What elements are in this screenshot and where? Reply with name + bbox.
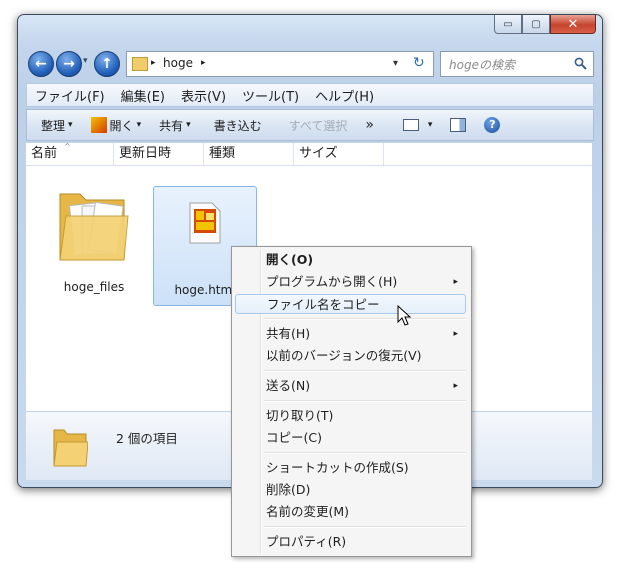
chevron-down-icon: ▾: [427, 120, 433, 130]
navigation-bar: ← → ▾ ↑ ▸ hoge ▸ ▾ ↻ hogeの検索: [26, 49, 594, 81]
organize-button[interactable]: 整理 ▾: [27, 117, 82, 134]
refresh-button[interactable]: ↻: [413, 55, 425, 71]
search-icon[interactable]: [574, 57, 587, 70]
open-label: 開く: [109, 118, 134, 133]
file-name: hoge_files: [63, 280, 125, 294]
column-type[interactable]: 種類: [204, 143, 294, 165]
chevron-down-icon: ▾: [136, 120, 142, 130]
menu-edit[interactable]: 編集(E): [113, 86, 173, 105]
ctx-delete[interactable]: 削除(D): [235, 480, 466, 500]
chevron-down-icon: ▾: [68, 120, 73, 130]
menu-separator: [264, 400, 466, 402]
ctx-create-shortcut[interactable]: ショートカットの作成(S): [235, 458, 466, 478]
submenu-arrow-icon: ▸: [453, 329, 458, 339]
open-button[interactable]: 開く ▾: [82, 117, 151, 134]
context-menu: 開く(O) プログラムから開く(H) ▸ ファイル名をコピー 共有(H) ▸ 以…: [231, 246, 472, 557]
views-button[interactable]: ▾: [383, 119, 442, 131]
file-item-hoge-files[interactable]: hoge_files: [43, 184, 145, 302]
preview-pane-button[interactable]: [441, 118, 475, 132]
minimize-button[interactable]: ▭: [494, 15, 522, 34]
share-button[interactable]: 共有 ▾: [150, 117, 200, 134]
ctx-send-to[interactable]: 送る(N) ▸: [235, 376, 466, 396]
select-all-button[interactable]: すべて選択: [271, 117, 357, 134]
close-button[interactable]: ✕: [550, 15, 596, 34]
column-headers: 名前 ^ 更新日時 種類 サイズ: [26, 142, 592, 166]
menu-file[interactable]: ファイル(F): [27, 86, 113, 105]
help-icon: ?: [484, 117, 501, 133]
menu-view[interactable]: 表示(V): [173, 86, 234, 105]
ctx-cut[interactable]: 切り取り(T): [235, 406, 466, 426]
sort-ascending-icon: ^: [64, 142, 71, 151]
arrow-left-icon: ←: [35, 56, 47, 72]
search-box[interactable]: hogeの検索: [440, 51, 594, 77]
share-label: 共有: [159, 118, 184, 133]
help-button[interactable]: ?: [475, 117, 509, 133]
menu-tools[interactable]: ツール(T): [234, 86, 307, 105]
column-name-label: 名前: [31, 146, 58, 161]
html-app-icon: [90, 117, 107, 133]
arrow-right-icon: →: [63, 56, 75, 72]
search-placeholder: hogeの検索: [449, 58, 515, 72]
breadcrumb-hoge[interactable]: hoge: [163, 56, 193, 70]
ctx-properties[interactable]: プロパティ(R): [235, 532, 466, 552]
burn-button[interactable]: 書き込む: [200, 117, 271, 134]
column-date[interactable]: 更新日時: [114, 143, 204, 165]
ctx-restore-previous[interactable]: 以前のバージョンの復元(V): [235, 346, 466, 366]
forward-button[interactable]: →: [56, 51, 82, 77]
ctx-copy-filename[interactable]: ファイル名をコピー: [235, 294, 466, 314]
organize-label: 整理: [41, 118, 66, 133]
breadcrumb-separator[interactable]: ▸: [151, 58, 156, 68]
address-bar[interactable]: ▸ hoge ▸ ▾ ↻: [126, 51, 434, 77]
folder-icon: [53, 429, 88, 467]
column-size[interactable]: サイズ: [294, 143, 384, 165]
submenu-arrow-icon: ▸: [453, 381, 458, 391]
folder-icon: [59, 193, 129, 261]
up-button[interactable]: ↑: [94, 51, 120, 77]
ctx-share[interactable]: 共有(H) ▸: [235, 324, 466, 344]
item-count: 2 個の項目: [116, 431, 178, 446]
address-dropdown-button[interactable]: ▾: [393, 58, 398, 69]
ctx-rename[interactable]: 名前の変更(M): [235, 502, 466, 522]
ctx-open[interactable]: 開く(O): [235, 250, 466, 270]
breadcrumb-separator[interactable]: ▸: [201, 58, 206, 68]
ctx-copy[interactable]: コピー(C): [235, 428, 466, 448]
submenu-arrow-icon: ▸: [453, 277, 458, 287]
ctx-share-label: 共有(H): [266, 326, 311, 341]
menu-separator: [264, 318, 466, 320]
recent-pages-dropdown[interactable]: ▾: [83, 56, 88, 66]
ctx-send-to-label: 送る(N): [266, 378, 311, 393]
command-bar: 整理 ▾ 開く ▾ 共有 ▾ 書き込む すべて選択 » ▾ ?: [26, 109, 594, 141]
menu-separator: [264, 370, 466, 372]
chevron-down-icon: ▾: [186, 120, 191, 130]
mouse-cursor-icon: [397, 305, 412, 326]
menu-separator: [264, 526, 466, 528]
ctx-open-with[interactable]: プログラムから開く(H) ▸: [235, 272, 466, 292]
views-icon: [402, 119, 419, 131]
menu-bar: ファイル(F) 編集(E) 表示(V) ツール(T) ヘルプ(H): [26, 83, 594, 107]
more-commands-button[interactable]: »: [356, 117, 383, 133]
refresh-icon: ↻: [413, 55, 425, 71]
html-file-icon: [189, 202, 221, 244]
maximize-button[interactable]: ▢: [522, 15, 550, 34]
ctx-open-with-label: プログラムから開く(H): [266, 274, 398, 289]
menu-separator: [264, 452, 466, 454]
column-name[interactable]: 名前 ^: [26, 142, 114, 165]
preview-pane-icon: [450, 118, 467, 132]
folder-icon: [132, 57, 148, 71]
menu-help[interactable]: ヘルプ(H): [307, 86, 382, 105]
arrow-up-icon: ↑: [101, 56, 113, 72]
back-button[interactable]: ←: [28, 51, 54, 77]
window-controls: ▭ ▢ ✕: [494, 15, 596, 34]
